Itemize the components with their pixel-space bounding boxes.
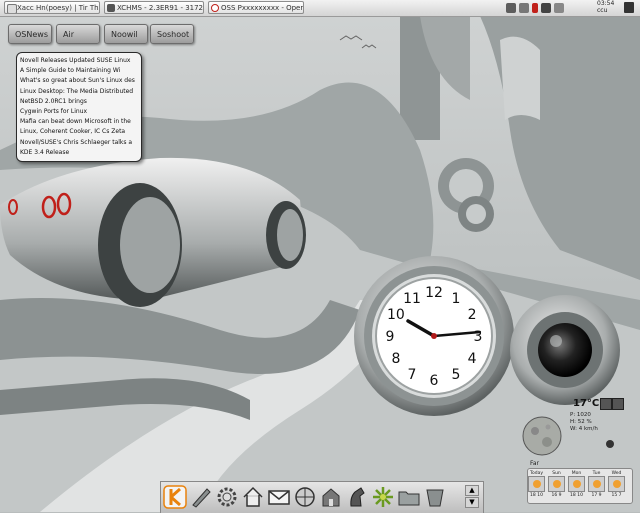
weather-pressure: P: 1020: [570, 412, 591, 418]
dock-up-arrow-icon[interactable]: ▲: [465, 485, 479, 496]
noowil-button[interactable]: Noowil: [104, 24, 148, 44]
task-button-document[interactable]: Xacc Hn(poesy) | Tir Thi: [4, 1, 100, 14]
news-item[interactable]: Cygwin Ports for Linux: [20, 107, 138, 117]
moon-icon: [522, 416, 562, 456]
forecast-temp: 16 9: [551, 493, 562, 498]
forecast-temp: 18 10: [570, 493, 583, 498]
news-item[interactable]: NetBSD 2.0RC1 brings: [20, 97, 138, 107]
sun-icon: [548, 476, 565, 492]
clock-numeral: 1: [452, 291, 461, 307]
weather-humidity: H: 52 %: [570, 419, 592, 425]
weather-temperature: 17°C: [573, 398, 600, 409]
weather-settings-icon[interactable]: [600, 398, 612, 410]
power-icon[interactable]: [532, 2, 538, 13]
opera-icon: [211, 4, 219, 12]
soshoot-button[interactable]: Soshoot: [150, 24, 194, 44]
forecast-temp: 15 7: [611, 493, 622, 498]
analog-clock: 12 1234567891011: [372, 274, 496, 398]
forecast-temp: 17 9: [591, 493, 602, 498]
sun-icon: [608, 476, 625, 492]
pen-tool-icon[interactable]: [189, 485, 213, 509]
news-item[interactable]: KDE 3.4 Release: [20, 148, 138, 158]
folder-icon[interactable]: [397, 485, 421, 509]
news-item[interactable]: Novell/SUSE's Chris Schlaeger talks a: [20, 138, 138, 148]
sun-icon: [588, 476, 605, 492]
clock-numeral: 6: [430, 373, 439, 389]
wind-direction-icon: [606, 440, 614, 448]
news-item[interactable]: What's so great about Sun's Linux des: [20, 76, 138, 86]
mail-icon[interactable]: [267, 485, 291, 509]
document-icon: [7, 4, 17, 13]
monitor-icon[interactable]: [506, 2, 516, 13]
network-icon[interactable]: [293, 485, 317, 509]
taskbar: Xacc Hn(poesy) | Tir Thi XCHMS - 2.3ER91…: [0, 0, 640, 17]
sun-icon: [568, 476, 585, 492]
dock-down-arrow-icon[interactable]: ▼: [465, 497, 479, 508]
news-item[interactable]: Linux, Coherent Cooker, IC Cs Zeta: [20, 127, 138, 137]
clock-numeral: 12: [425, 285, 443, 301]
horse-icon[interactable]: [345, 485, 369, 509]
clock-numeral: 5: [452, 367, 461, 383]
application-dock: ▲ ▼: [160, 481, 484, 513]
taskbar-clock[interactable]: 03:54 ccu: [597, 0, 614, 14]
clock-numeral: 7: [408, 367, 417, 383]
news-item[interactable]: Novell Releases Updated SUSE Linux: [20, 56, 138, 66]
news-item[interactable]: Mafia can beat down Microsoft in the: [20, 117, 138, 127]
shield-icon[interactable]: [554, 2, 564, 13]
clock-numeral: 9: [386, 329, 395, 345]
sun-icon: [528, 476, 545, 492]
settings-gear-icon[interactable]: [215, 485, 239, 509]
clock-numeral: 8: [391, 351, 400, 367]
news-item[interactable]: Linux Desktop: The Media Distributed: [20, 87, 138, 97]
trash-icon[interactable]: [423, 485, 447, 509]
network-tray-icon[interactable]: [519, 2, 529, 13]
forecast-temp: 18 10: [530, 493, 543, 498]
news-item[interactable]: A Simple Guide to Maintaining Wi: [20, 66, 138, 76]
task-button-chm[interactable]: XCHMS - 2.3ER91 - 3172: [104, 1, 204, 14]
clock-numeral: 4: [468, 351, 477, 367]
weather-city: Far: [530, 460, 540, 467]
news-feed-panel: Novell Releases Updated SUSE Linux A Sim…: [16, 52, 142, 162]
clock-numeral: 11: [403, 291, 421, 307]
chm-viewer-icon: [107, 4, 115, 12]
house-icon[interactable]: [319, 485, 343, 509]
clock-numeral: 2: [468, 307, 477, 323]
air-button[interactable]: Air: [56, 24, 100, 44]
weather-wind: W: 4 km/h: [570, 426, 598, 432]
weather-refresh-icon[interactable]: [612, 398, 624, 410]
system-tray: [506, 1, 564, 14]
flower-icon[interactable]: [371, 485, 395, 509]
home-icon[interactable]: [241, 485, 265, 509]
konqueror-icon[interactable]: [163, 485, 187, 509]
volume-icon[interactable]: [541, 2, 551, 13]
logout-icon[interactable]: [624, 2, 634, 13]
task-button-opera[interactable]: OSS Pxxxxxxxxx - Opera 9: [208, 1, 304, 14]
osnews-button[interactable]: OSNews: [8, 24, 52, 44]
clock-numeral: 10: [387, 307, 405, 323]
